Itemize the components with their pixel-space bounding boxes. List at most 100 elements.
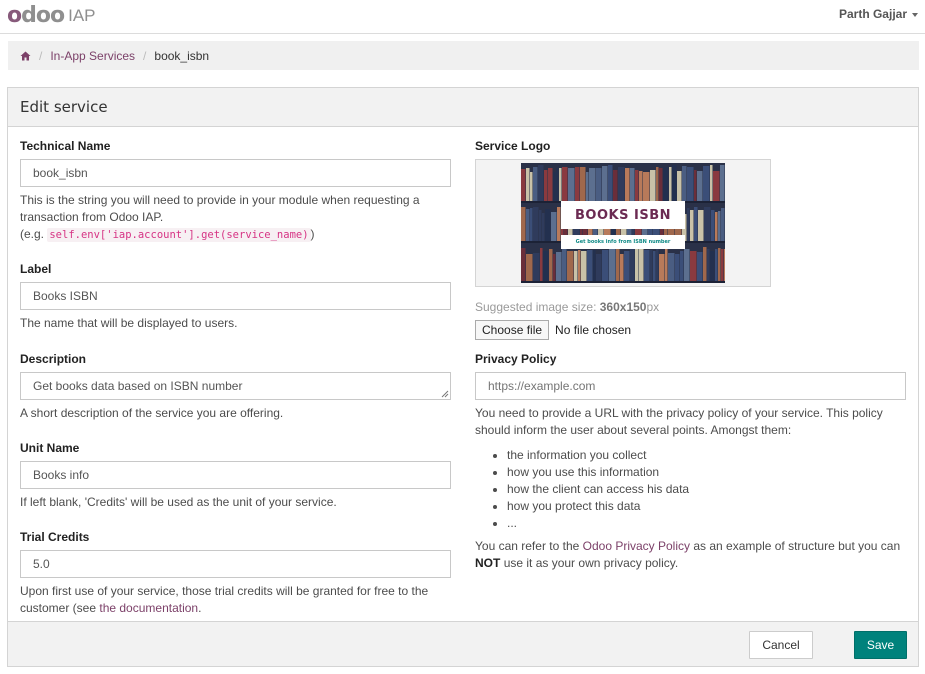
book-spine	[697, 171, 703, 202]
technical-name-input-box[interactable]	[20, 159, 451, 187]
trial-credits-help: Upon first use of your service, those tr…	[20, 583, 451, 617]
book-spine	[553, 254, 556, 282]
odoo-iap-logo[interactable]: odoo IAP	[7, 4, 96, 28]
book-spine	[602, 250, 609, 282]
privacy-point: the information you collect	[507, 447, 906, 464]
book-spine	[538, 165, 544, 202]
book-spine	[684, 249, 690, 282]
book-spine	[704, 207, 711, 242]
unit-name-help: If left blank, 'Credits' will be used as…	[20, 495, 337, 509]
book-spine	[589, 168, 596, 202]
book-spine	[690, 251, 697, 282]
book-spine	[710, 251, 715, 282]
privacy-policy-input-box[interactable]	[475, 372, 906, 400]
service-logo-image: BOOKS ISBN Get books info from ISBN numb…	[521, 163, 725, 283]
trial-credits-input[interactable]	[33, 557, 438, 571]
privacy-point: how you protect this data	[507, 498, 906, 515]
label-input[interactable]	[33, 289, 438, 303]
book-spine	[630, 248, 635, 282]
book-spine	[687, 208, 690, 242]
book-spine	[694, 170, 697, 202]
book-spine	[680, 251, 684, 282]
privacy-policy-input[interactable]	[488, 379, 893, 393]
book-spine	[568, 168, 575, 202]
trial-credits-input-box[interactable]	[20, 550, 451, 578]
book-spine	[675, 254, 680, 282]
book-spine	[672, 165, 677, 202]
book-spine	[578, 250, 581, 282]
logo-image-title: BOOKS ISBN	[561, 201, 685, 229]
book-spine	[608, 165, 613, 202]
label-input-box[interactable]	[20, 282, 451, 310]
book-spine	[521, 207, 526, 242]
save-button[interactable]: Save	[854, 631, 907, 659]
book-spine	[630, 168, 635, 202]
privacy-policy-field: Privacy Policy You need to provide a URL…	[475, 352, 906, 572]
book-spine	[543, 251, 549, 282]
book-spine	[533, 167, 538, 202]
book-spine	[721, 249, 724, 282]
caret-down-icon	[912, 12, 918, 17]
technical-name-label: Technical Name	[20, 139, 111, 153]
trial-credits-help-text: Upon first use of your service, those tr…	[20, 584, 429, 615]
book-spine	[710, 165, 713, 202]
book-spine	[542, 213, 545, 242]
book-spine	[721, 208, 725, 242]
book-spine	[587, 250, 593, 282]
book-spine	[711, 210, 715, 242]
book-spine	[540, 248, 543, 282]
resize-handle-icon[interactable]	[441, 390, 449, 398]
logo-product-text: IAP	[68, 6, 96, 25]
book-spine	[602, 166, 608, 202]
unit-name-field: Unit Name If left blank, 'Credits' will …	[20, 441, 451, 511]
privacy-refer-text: You can refer to the	[475, 539, 580, 553]
book-spine	[545, 209, 551, 242]
book-spine	[715, 249, 718, 282]
unit-name-input[interactable]	[33, 468, 438, 482]
book-spine	[707, 249, 710, 282]
file-status: No file chosen	[555, 323, 632, 337]
privacy-refer-middle: as an example of structure but you can	[693, 539, 901, 553]
description-textarea[interactable]: Get books data based on ISBN number	[33, 379, 242, 393]
book-spine	[650, 170, 656, 202]
choose-file-button[interactable]: Choose file	[475, 320, 550, 340]
cancel-button[interactable]: Cancel	[749, 631, 813, 659]
user-menu[interactable]: Parth Gajjar	[839, 7, 918, 21]
description-textarea-box[interactable]: Get books data based on ISBN number	[20, 372, 451, 400]
image-size-value: 360x150	[599, 300, 647, 314]
book-spine	[549, 249, 553, 282]
documentation-link[interactable]: the documentation	[99, 601, 198, 615]
book-spine	[526, 168, 530, 202]
breadcrumb-in-app-services[interactable]: In-App Services	[50, 49, 135, 63]
book-spine	[650, 250, 653, 282]
book-spine	[562, 167, 568, 202]
book-spine	[656, 249, 659, 282]
unit-name-label: Unit Name	[20, 441, 80, 455]
book-spine	[533, 207, 539, 242]
book-spine	[521, 169, 526, 202]
book-spine	[718, 248, 721, 282]
book-spine	[643, 172, 650, 202]
book-spine	[687, 167, 694, 202]
book-spine	[521, 248, 526, 282]
example-code: self.env['iap.account'].get(service_name…	[47, 228, 311, 242]
book-spine	[677, 171, 682, 202]
book-spine	[616, 247, 620, 282]
book-spine	[574, 251, 578, 282]
technical-name-input[interactable]	[33, 166, 438, 180]
odoo-privacy-policy-link[interactable]: Odoo Privacy Policy	[583, 539, 690, 553]
book-spine	[665, 247, 668, 282]
unit-name-input-box[interactable]	[20, 461, 451, 489]
trial-credits-field: Trial Credits Upon first use of your ser…	[20, 530, 451, 617]
book-spine	[653, 251, 656, 282]
label-field: Label The name that will be displayed to…	[20, 262, 451, 332]
example-prefix: (e.g.	[20, 227, 45, 241]
home-icon[interactable]	[20, 51, 31, 61]
book-spine	[715, 212, 718, 242]
book-spine	[703, 247, 707, 282]
book-spine	[697, 252, 703, 282]
book-spine	[539, 210, 542, 242]
breadcrumb-current: book_isbn	[154, 48, 210, 63]
image-size-unit: px	[646, 300, 660, 314]
book-spine	[533, 253, 540, 282]
